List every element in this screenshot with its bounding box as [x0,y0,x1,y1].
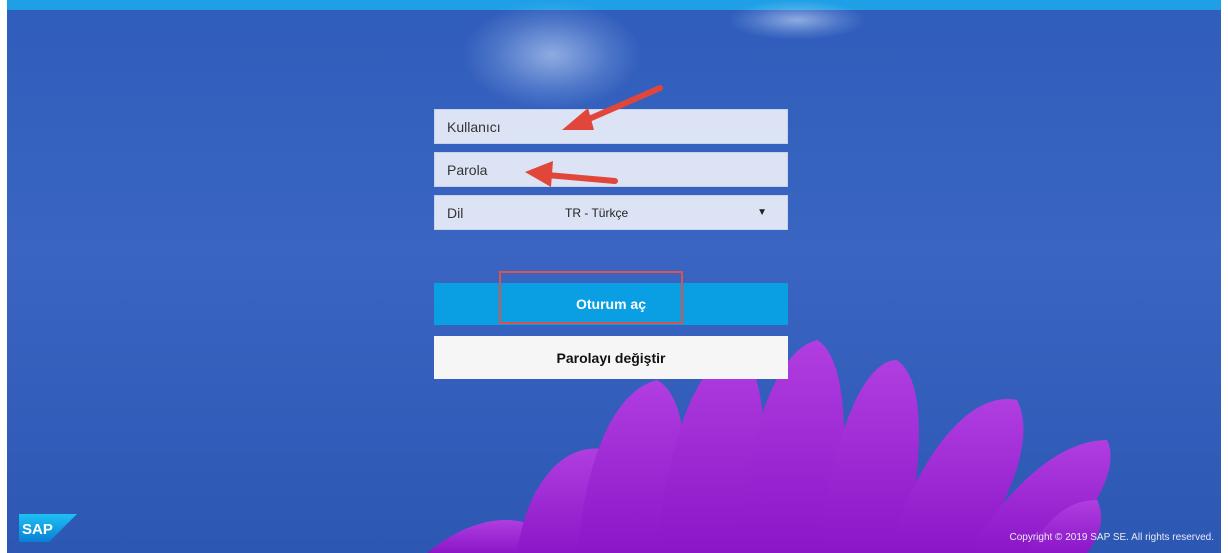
svg-text:SAP: SAP [22,521,53,538]
top-accent-bar [7,0,1221,10]
caret-down-icon: ▼ [757,207,767,218]
sap-logo: SAP [19,514,79,542]
copyright-text: Copyright © 2019 SAP SE. All rights rese… [1009,532,1214,543]
change-password-button[interactable]: Parolayı değiştir [434,336,788,379]
arrow-icon [525,161,618,187]
highlight-box [499,271,683,324]
login-page-background: Dil TR - Türkçe ▼ Oturum aç Parolayı değ… [7,0,1221,553]
language-label: Dil [447,204,464,221]
language-select[interactable]: Dil TR - Türkçe ▼ [434,195,788,230]
arrow-icon [562,85,663,130]
cloud-decoration [727,0,867,40]
language-value: TR - Türkçe [565,205,629,220]
